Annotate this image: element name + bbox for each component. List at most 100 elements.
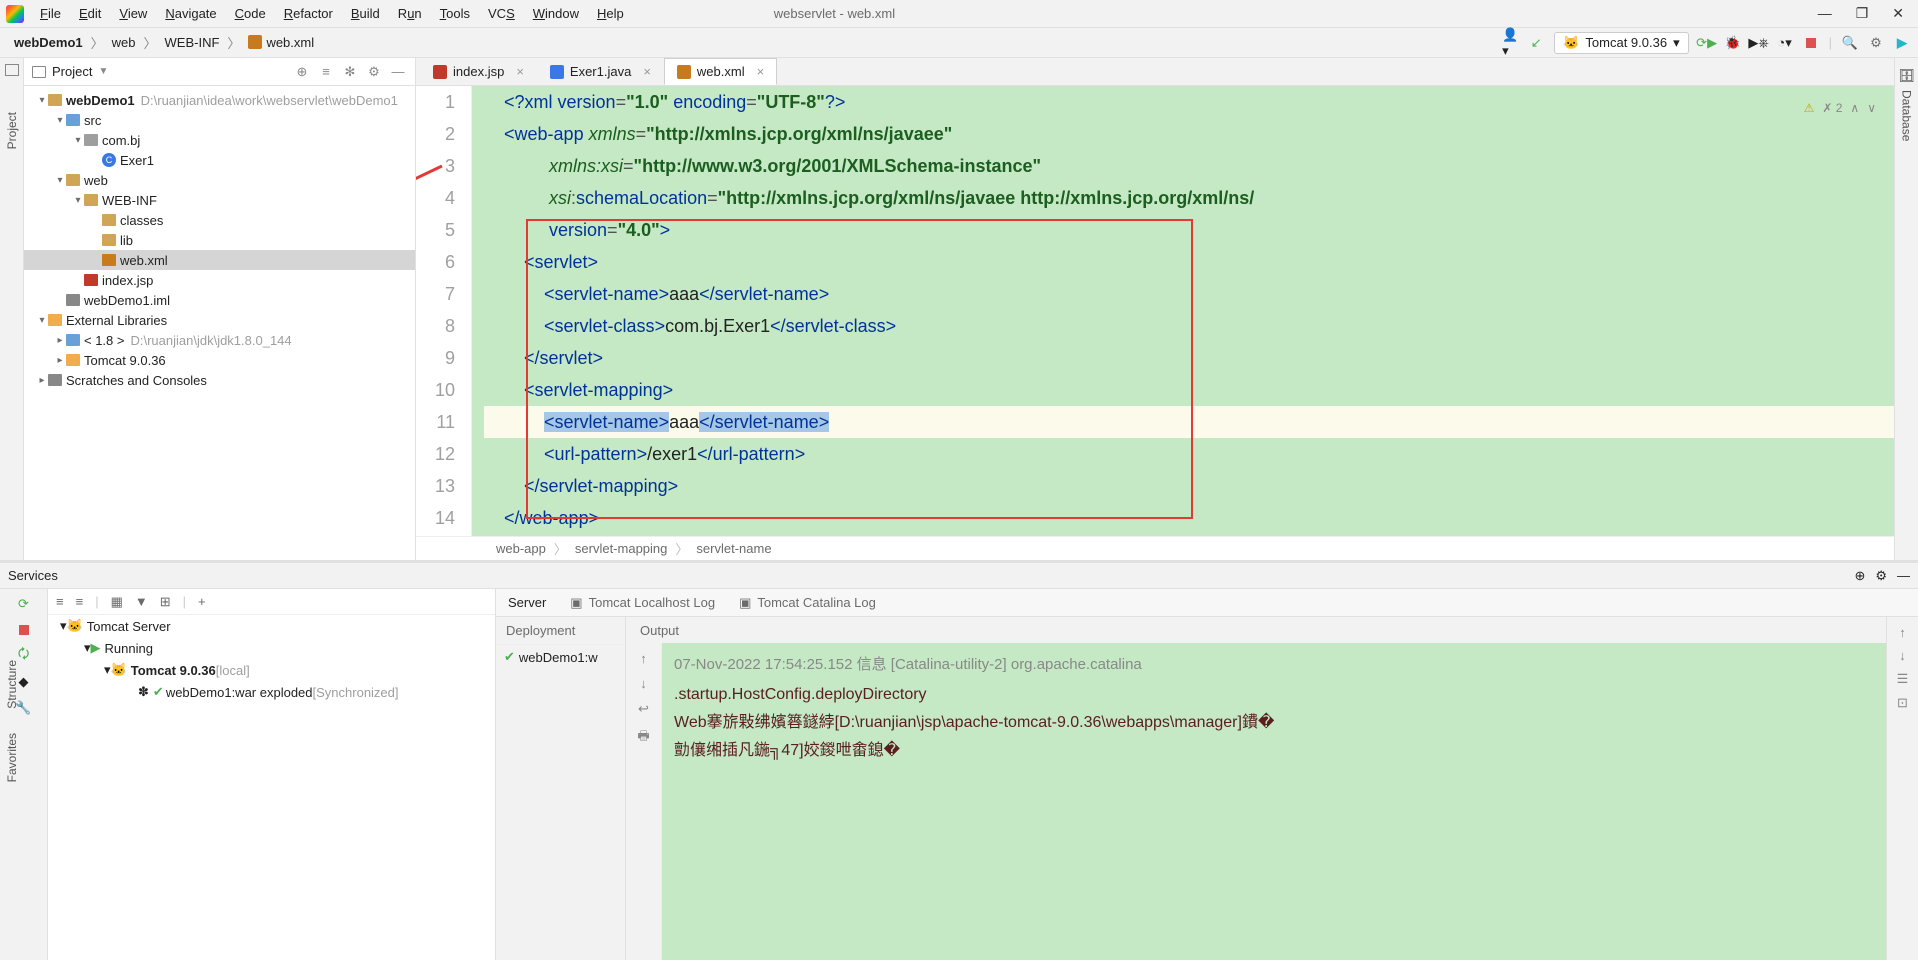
tree-jdk[interactable]: ▸< 1.8 >D:\ruanjian\jdk\jdk1.8.0_144 xyxy=(24,330,415,350)
stop-icon[interactable] xyxy=(15,621,33,639)
code-line[interactable]: </servlet> xyxy=(484,342,1894,374)
favorites-tab[interactable]: Favorites xyxy=(5,733,19,782)
services-server[interactable]: ▾ 🐱Tomcat 9.0.36 [local] xyxy=(48,659,495,681)
tree-iml[interactable]: webDemo1.iml xyxy=(24,290,415,310)
inspection-down-icon[interactable]: ∨ xyxy=(1867,92,1876,124)
code-line[interactable]: version="4.0"> xyxy=(484,214,1894,246)
window-minimize-button[interactable]: — xyxy=(1818,5,1832,22)
inspection-icon[interactable]: ⚠ xyxy=(1804,92,1815,124)
inspection-count[interactable]: ✗ 2 xyxy=(1822,92,1842,124)
services-settings-icon[interactable]: ⚙ xyxy=(1875,568,1887,584)
services-running[interactable]: ▾ ▶Running xyxy=(48,637,495,659)
tomcat-catalina-log-tab[interactable]: ▣Tomcat Catalina Log xyxy=(739,595,876,611)
code-line[interactable]: xsi:schemaLocation="http://xmlns.jcp.org… xyxy=(484,182,1894,214)
tree-lib[interactable]: lib xyxy=(24,230,415,250)
code-line[interactable]: <?xml version="1.0" encoding="UTF-8"?> xyxy=(484,86,1894,118)
close-tab-icon[interactable]: × xyxy=(757,64,765,79)
console-output[interactable]: 07-Nov-2022 17:54:25.152 信息 [Catalina-ut… xyxy=(662,643,1886,960)
debug-button[interactable]: 🐞 xyxy=(1725,35,1741,51)
menu-code[interactable]: Code xyxy=(227,4,274,23)
services-options-icon[interactable]: ⊕ xyxy=(1854,568,1865,584)
code-line[interactable]: <servlet-class>com.bj.Exer1</servlet-cla… xyxy=(484,310,1894,342)
inspection-up-icon[interactable]: ∧ xyxy=(1850,92,1859,124)
menu-refactor[interactable]: Refactor xyxy=(276,4,341,23)
tree-classes[interactable]: classes xyxy=(24,210,415,230)
trending-icon[interactable]: ▶ xyxy=(1894,35,1910,51)
code-line[interactable]: </web-app> xyxy=(484,502,1894,534)
user-add-icon[interactable]: 👤▾ xyxy=(1502,35,1518,51)
tree-web[interactable]: ▾web xyxy=(24,170,415,190)
window-maximize-button[interactable]: ❐ xyxy=(1856,5,1869,22)
down-icon[interactable]: ↓ xyxy=(1899,648,1906,663)
stop-button[interactable] xyxy=(1803,35,1819,51)
tree-webxml[interactable]: web.xml xyxy=(24,250,415,270)
search-button[interactable]: 🔍 xyxy=(1842,35,1858,51)
run-button[interactable]: ⟳▶ xyxy=(1699,35,1715,51)
code-line[interactable]: <servlet-name>aaa</servlet-name> xyxy=(484,406,1894,438)
deployment-item[interactable]: ✔webDemo1:w xyxy=(496,645,625,669)
code-line[interactable]: xmlns:xsi="http://www.w3.org/2001/XMLSch… xyxy=(484,150,1894,182)
code-line[interactable]: </servlet-mapping> xyxy=(484,470,1894,502)
breadcrumb-webinf[interactable]: WEB-INF xyxy=(159,33,226,52)
select-opened-file-icon[interactable]: ⊕ xyxy=(293,63,311,81)
rerun-icon[interactable]: ⟳ xyxy=(15,595,33,613)
back-arrow-icon[interactable]: ↙ xyxy=(1528,35,1544,51)
group-icon[interactable]: ▦ xyxy=(111,594,123,610)
settings-button[interactable]: ⚙ xyxy=(1868,35,1884,51)
server-tab[interactable]: Server xyxy=(508,595,546,610)
collapse-all-icon[interactable]: ✻ xyxy=(341,63,359,81)
menu-help[interactable]: Help xyxy=(589,4,632,23)
up-icon[interactable]: ↑ xyxy=(1899,625,1906,640)
profile-button[interactable]: ◔▾ xyxy=(1777,35,1793,51)
menu-view[interactable]: View xyxy=(111,4,155,23)
add-icon[interactable]: + xyxy=(198,594,206,609)
code-line[interactable]: <servlet-name>aaa</servlet-name> xyxy=(484,278,1894,310)
expand-all-icon[interactable]: ≡ xyxy=(317,63,335,81)
code-body[interactable]: ⚠ ✗ 2 ∧ ∨ <?xml version="1.0" encoding="… xyxy=(472,86,1894,536)
tomcat-localhost-log-tab[interactable]: ▣Tomcat Localhost Log xyxy=(570,595,715,611)
menu-file[interactable]: File xyxy=(32,4,69,23)
menu-edit[interactable]: Edit xyxy=(71,4,109,23)
editor-breadcrumb-item[interactable]: servlet-name xyxy=(696,541,771,556)
editor-breadcrumb-item[interactable]: servlet-mapping xyxy=(575,541,668,556)
tree-class[interactable]: CExer1 xyxy=(24,150,415,170)
menu-vcs[interactable]: VCS xyxy=(480,4,523,23)
print-icon[interactable]: 🖶 xyxy=(637,727,649,749)
code-editor[interactable]: 1234567891011121314 ⚠ ✗ 2 ∧ ∨ <?xml vers… xyxy=(416,86,1894,536)
tree-webinf[interactable]: ▾WEB-INF xyxy=(24,190,415,210)
layout-icon[interactable]: ⊞ xyxy=(160,594,171,610)
breadcrumb-file[interactable]: web.xml xyxy=(242,33,320,52)
database-tab[interactable]: Database xyxy=(1898,84,1916,147)
structure-tab[interactable]: Structure xyxy=(5,660,19,709)
services-tomcat-root[interactable]: ▾ 🐱Tomcat Server xyxy=(48,615,495,637)
filter-icon[interactable]: ▼ xyxy=(135,594,148,609)
editor-tab[interactable]: index.jsp× xyxy=(420,58,537,85)
coverage-button[interactable]: ▶⎈ xyxy=(1751,35,1767,51)
tree-indexjsp[interactable]: index.jsp xyxy=(24,270,415,290)
tree-tomcat-lib[interactable]: ▸Tomcat 9.0.36 xyxy=(24,350,415,370)
breadcrumb-web[interactable]: web xyxy=(106,33,142,52)
export-icon[interactable]: ☰ xyxy=(1897,671,1909,687)
editor-tab[interactable]: web.xml× xyxy=(664,58,777,85)
collapse-icon[interactable]: ≡ xyxy=(76,594,84,609)
code-line[interactable]: <servlet> xyxy=(484,246,1894,278)
expand-icon[interactable]: ≡ xyxy=(56,594,64,609)
chevron-down-icon[interactable]: ▼ xyxy=(98,66,108,77)
settings-icon[interactable]: ⊡ xyxy=(1897,695,1908,711)
code-line[interactable]: <servlet-mapping> xyxy=(484,374,1894,406)
code-line[interactable]: <url-pattern>/exer1</url-pattern> xyxy=(484,438,1894,470)
services-hide-icon[interactable]: — xyxy=(1897,568,1910,583)
menu-run[interactable]: Run xyxy=(390,4,430,23)
tree-scratches[interactable]: ▸Scratches and Consoles xyxy=(24,370,415,390)
editor-breadcrumb-item[interactable]: web-app xyxy=(496,541,546,556)
hide-panel-icon[interactable]: — xyxy=(389,63,407,81)
breadcrumb-root[interactable]: webDemo1 xyxy=(8,33,89,52)
close-tab-icon[interactable]: × xyxy=(516,64,524,79)
soft-wrap-icon[interactable]: ↩ xyxy=(638,701,649,717)
tree-ext-libs[interactable]: ▾External Libraries xyxy=(24,310,415,330)
close-tab-icon[interactable]: × xyxy=(643,64,651,79)
run-config-dropdown[interactable]: 🐱 Tomcat 9.0.36 ▾ xyxy=(1554,32,1688,54)
project-tab[interactable]: Project xyxy=(3,106,21,155)
database-icon[interactable]: 🗄 xyxy=(1898,68,1915,84)
tree-src[interactable]: ▾src xyxy=(24,110,415,130)
